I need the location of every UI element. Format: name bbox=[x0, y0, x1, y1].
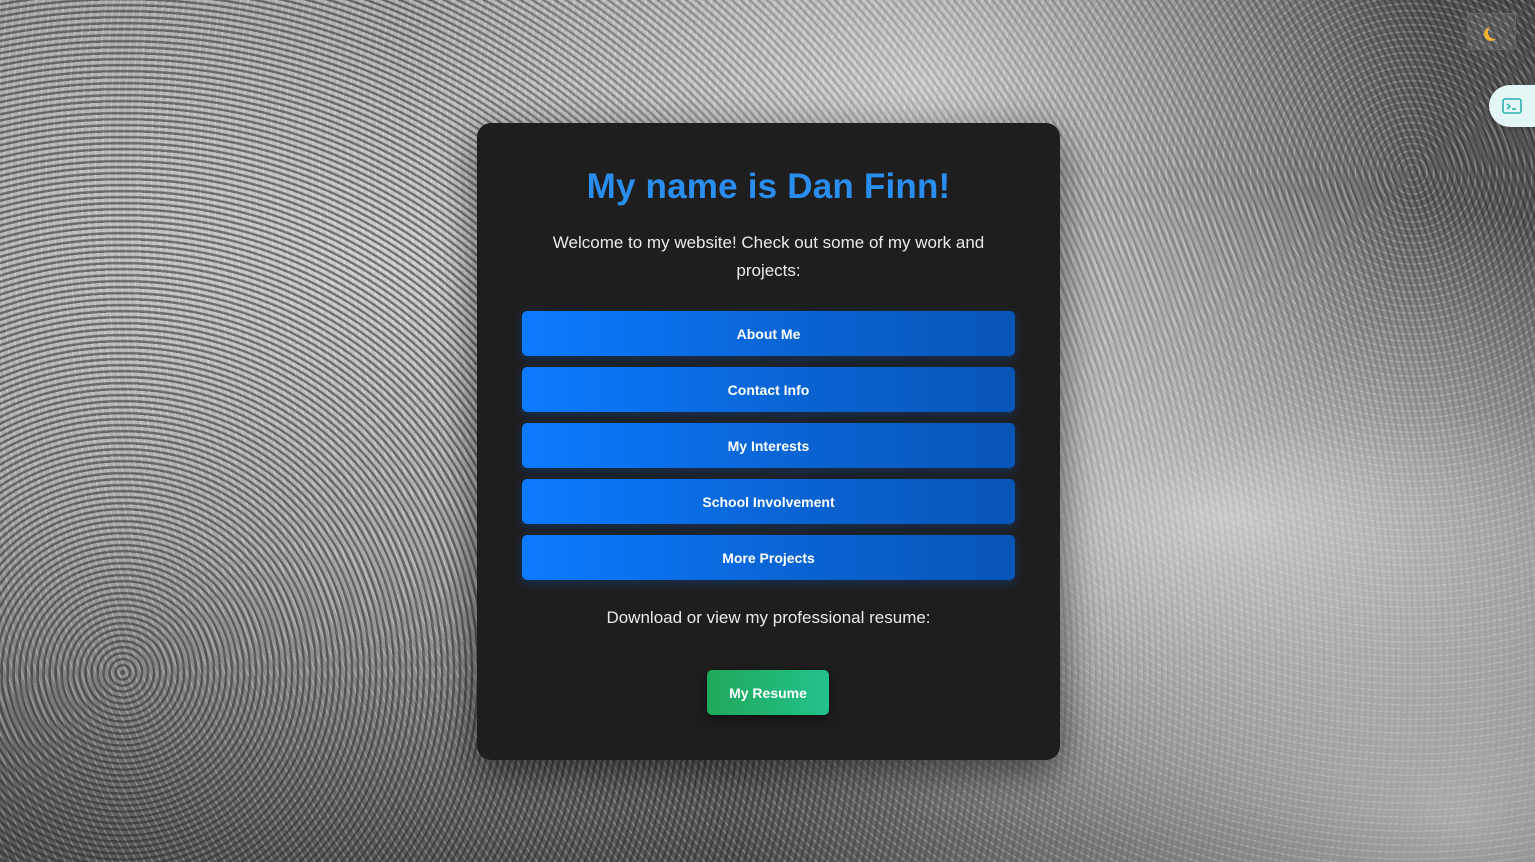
theme-toggle-button[interactable] bbox=[1467, 13, 1516, 50]
resume-prompt-text: Download or view my professional resume: bbox=[606, 608, 931, 627]
school-involvement-button[interactable]: School Involvement bbox=[522, 479, 1015, 524]
more-projects-button[interactable]: More Projects bbox=[522, 535, 1015, 580]
welcome-text: Welcome to my website! Check out some of… bbox=[552, 233, 985, 280]
moon-icon bbox=[1488, 25, 1502, 39]
about-me-button[interactable]: About Me bbox=[522, 311, 1015, 356]
nav-button-list: About Me Contact Info My Interests Schoo… bbox=[522, 311, 1015, 591]
intro-card: My name is Dan Finn! Welcome to my websi… bbox=[477, 123, 1060, 760]
my-resume-button[interactable]: My Resume bbox=[707, 670, 829, 715]
side-panel-tab[interactable] bbox=[1489, 85, 1535, 127]
page-title: My name is Dan Finn! bbox=[586, 167, 951, 206]
terminal-icon bbox=[1502, 98, 1522, 114]
contact-info-button[interactable]: Contact Info bbox=[522, 367, 1015, 412]
my-interests-button[interactable]: My Interests bbox=[522, 423, 1015, 468]
